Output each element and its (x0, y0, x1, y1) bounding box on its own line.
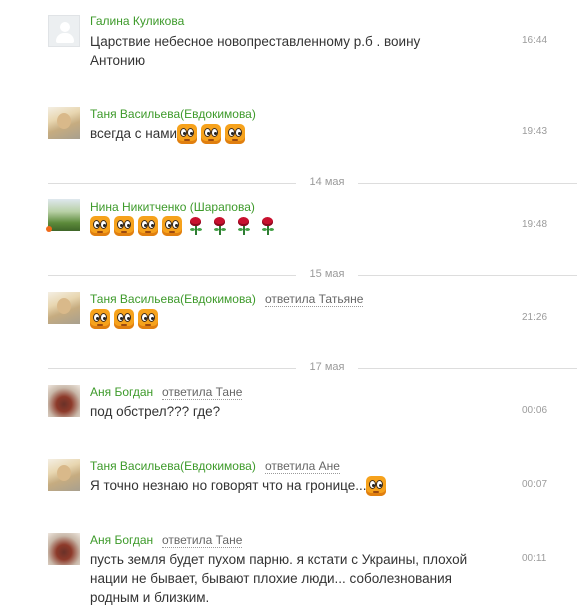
smiley-face-icon (366, 476, 387, 497)
smiley-face-icon (225, 124, 246, 145)
smiley-face-icon (177, 124, 198, 145)
comment-time: 00:06 (522, 405, 548, 416)
date-separator: 17 мая (48, 361, 577, 373)
avatar[interactable] (48, 292, 80, 324)
comment-time: 19:48 (522, 219, 548, 230)
rose-icon (258, 216, 278, 236)
date-separator-label: 14 мая (309, 176, 345, 188)
author-name[interactable]: Аня Богдан (90, 533, 153, 547)
rose-icon (210, 216, 230, 236)
date-separator: 14 мая (48, 176, 577, 188)
comment-text: под обстрел??? где? (90, 404, 221, 419)
reply-to-link[interactable]: ответила Ане (265, 460, 340, 474)
author-name[interactable]: Аня Богдан (90, 385, 153, 399)
online-status-icon (46, 226, 52, 232)
avatar[interactable] (48, 533, 80, 565)
author-name[interactable]: Галина Куликова (90, 14, 184, 28)
comment-text (90, 216, 510, 237)
smiley-face-icon (138, 309, 158, 330)
comment-text-body: всегда с нами (90, 126, 178, 141)
reply-to-link[interactable]: ответила Тане (162, 386, 243, 400)
comment-text: пусть земля будет пухом парню. я кстати … (90, 552, 468, 605)
comment-text-body: Я точно незнаю но говорят что на гронице… (90, 478, 367, 493)
date-separator: 15 мая (48, 268, 577, 280)
comment-time: 19:43 (522, 126, 548, 137)
reply-to-link[interactable]: ответила Тане (162, 534, 243, 548)
avatar[interactable] (48, 459, 80, 491)
comment-time: 00:07 (522, 479, 548, 490)
avatar[interactable] (48, 107, 80, 139)
comment-text: Я точно незнаю но говорят что на гронице… (90, 476, 510, 497)
smiley-face-icon (201, 124, 222, 145)
rose-icon (234, 216, 254, 236)
author-name[interactable]: Нина Никитченко (Шарапова) (90, 200, 255, 214)
comment-text: всегда с нами (90, 124, 510, 145)
smiley-face-icon (90, 216, 110, 237)
comment-text (90, 309, 510, 330)
author-name[interactable]: Таня Васильева(Евдокимова) (90, 459, 256, 473)
avatar[interactable] (48, 199, 80, 231)
comment-time: 21:26 (522, 312, 548, 323)
author-name[interactable]: Таня Васильева(Евдокимова) (90, 292, 256, 306)
comment-text: Царствие небесное новопреставленному р.б… (90, 34, 421, 68)
smiley-face-icon (114, 309, 134, 330)
date-separator-label: 15 мая (309, 268, 345, 280)
smiley-face-icon (114, 216, 134, 237)
smiley-face-icon (90, 309, 110, 330)
comment-time: 00:11 (522, 553, 547, 564)
comment-time: 16:44 (522, 35, 548, 46)
rose-icon (186, 216, 206, 236)
default-avatar[interactable] (48, 15, 80, 47)
author-name[interactable]: Таня Васильева(Евдокимова) (90, 107, 256, 121)
avatar[interactable] (48, 385, 80, 417)
smiley-face-icon (138, 216, 158, 237)
smiley-face-icon (162, 216, 182, 237)
reply-to-link[interactable]: ответила Татьяне (265, 293, 364, 307)
date-separator-label: 17 мая (309, 361, 345, 373)
